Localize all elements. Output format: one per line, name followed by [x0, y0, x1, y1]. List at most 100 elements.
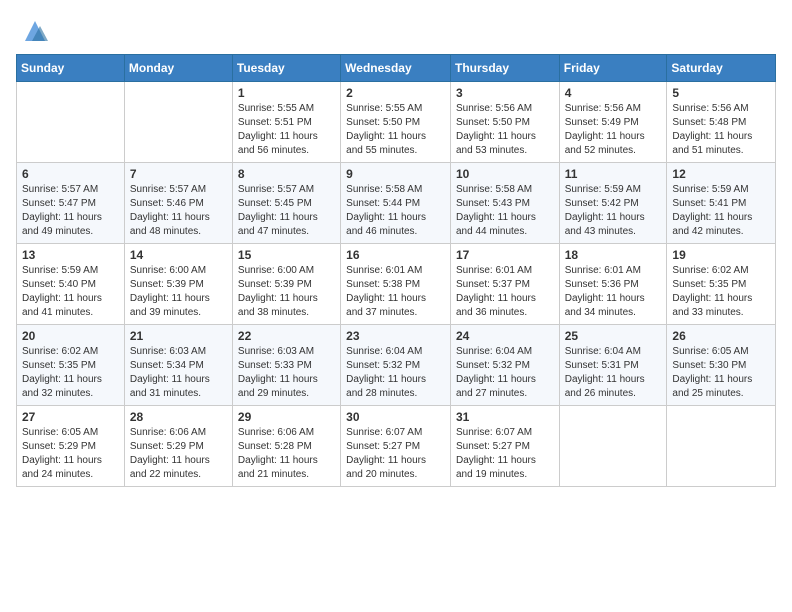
day-number: 26	[672, 329, 770, 343]
day-number: 6	[22, 167, 119, 181]
cell-content: Sunrise: 5:58 AM Sunset: 5:43 PM Dayligh…	[456, 183, 554, 239]
calendar-cell: 3Sunrise: 5:56 AM Sunset: 5:50 PM Daylig…	[450, 82, 559, 163]
calendar-cell: 4Sunrise: 5:56 AM Sunset: 5:49 PM Daylig…	[559, 82, 667, 163]
cell-content: Sunrise: 6:01 AM Sunset: 5:38 PM Dayligh…	[346, 264, 445, 320]
cell-content: Sunrise: 5:55 AM Sunset: 5:51 PM Dayligh…	[238, 102, 335, 158]
calendar-week-row: 27 Sunrise: 6:05 AM Sunset: 5:29 PM Dayli…	[17, 406, 776, 487]
weekday-header: Tuesday	[232, 55, 340, 82]
day-number: 9	[346, 167, 445, 181]
calendar-cell: 1 Sunrise: 5:55 AM Sunset: 5:51 PM Daylig…	[232, 82, 340, 163]
calendar-cell: 23Sunrise: 6:04 AM Sunset: 5:32 PM Dayli…	[341, 325, 451, 406]
day-number: 14	[130, 248, 227, 262]
day-number: 24	[456, 329, 554, 343]
cell-content: Sunrise: 6:01 AM Sunset: 5:37 PM Dayligh…	[456, 264, 554, 320]
day-number: 17	[456, 248, 554, 262]
page-header	[16, 16, 776, 46]
cell-content: Sunrise: 5:59 AM Sunset: 5:41 PM Dayligh…	[672, 183, 770, 239]
calendar-week-row: 6 Sunrise: 5:57 AM Sunset: 5:47 PM Daylig…	[17, 163, 776, 244]
calendar-cell: 18Sunrise: 6:01 AM Sunset: 5:36 PM Dayli…	[559, 244, 667, 325]
day-number: 15	[238, 248, 335, 262]
cell-content: Sunrise: 5:56 AM Sunset: 5:49 PM Dayligh…	[565, 102, 662, 158]
day-number: 25	[565, 329, 662, 343]
day-number: 23	[346, 329, 445, 343]
cell-content: Sunrise: 6:00 AM Sunset: 5:39 PM Dayligh…	[238, 264, 335, 320]
cell-content: Sunrise: 5:58 AM Sunset: 5:44 PM Dayligh…	[346, 183, 445, 239]
calendar-cell: 29Sunrise: 6:06 AM Sunset: 5:28 PM Dayli…	[232, 406, 340, 487]
day-number: 30	[346, 410, 445, 424]
logo-icon	[20, 16, 50, 46]
day-number: 12	[672, 167, 770, 181]
calendar-cell: 16Sunrise: 6:01 AM Sunset: 5:38 PM Dayli…	[341, 244, 451, 325]
calendar-cell: 15 Sunrise: 6:00 AM Sunset: 5:39 PM Dayli…	[232, 244, 340, 325]
calendar-cell: 28Sunrise: 6:06 AM Sunset: 5:29 PM Dayli…	[124, 406, 232, 487]
cell-content: Sunrise: 6:07 AM Sunset: 5:27 PM Dayligh…	[346, 426, 445, 482]
calendar-cell: 31 Sunrise: 6:07 AM Sunset: 5:27 PM Dayli…	[450, 406, 559, 487]
calendar-cell: 25Sunrise: 6:04 AM Sunset: 5:31 PM Dayli…	[559, 325, 667, 406]
cell-content: Sunrise: 6:05 AM Sunset: 5:30 PM Dayligh…	[672, 345, 770, 401]
day-number: 13	[22, 248, 119, 262]
cell-content: Sunrise: 6:00 AM Sunset: 5:39 PM Dayligh…	[130, 264, 227, 320]
cell-content: Sunrise: 5:57 AM Sunset: 5:46 PM Dayligh…	[130, 183, 227, 239]
day-number: 19	[672, 248, 770, 262]
calendar-cell: 30 Sunrise: 6:07 AM Sunset: 5:27 PM Dayli…	[341, 406, 451, 487]
day-number: 8	[238, 167, 335, 181]
day-number: 7	[130, 167, 227, 181]
calendar-cell: 19 Sunrise: 6:02 AM Sunset: 5:35 PM Dayli…	[667, 244, 776, 325]
day-number: 27	[22, 410, 119, 424]
calendar-cell: 2 Sunrise: 5:55 AM Sunset: 5:50 PM Daylig…	[341, 82, 451, 163]
calendar-cell: 22 Sunrise: 6:03 AM Sunset: 5:33 PM Dayli…	[232, 325, 340, 406]
weekday-header: Wednesday	[341, 55, 451, 82]
calendar-cell	[124, 82, 232, 163]
day-number: 3	[456, 86, 554, 100]
cell-content: Sunrise: 5:55 AM Sunset: 5:50 PM Dayligh…	[346, 102, 445, 158]
logo	[16, 16, 50, 46]
cell-content: Sunrise: 6:04 AM Sunset: 5:32 PM Dayligh…	[456, 345, 554, 401]
cell-content: Sunrise: 6:02 AM Sunset: 5:35 PM Dayligh…	[672, 264, 770, 320]
day-number: 18	[565, 248, 662, 262]
calendar-cell: 10Sunrise: 5:58 AM Sunset: 5:43 PM Dayli…	[450, 163, 559, 244]
calendar-cell: 17 Sunrise: 6:01 AM Sunset: 5:37 PM Dayli…	[450, 244, 559, 325]
cell-content: Sunrise: 6:05 AM Sunset: 5:29 PM Dayligh…	[22, 426, 119, 482]
day-number: 21	[130, 329, 227, 343]
cell-content: Sunrise: 5:59 AM Sunset: 5:42 PM Dayligh…	[565, 183, 662, 239]
calendar-header-row: SundayMondayTuesdayWednesdayThursdayFrid…	[17, 55, 776, 82]
cell-content: Sunrise: 5:57 AM Sunset: 5:45 PM Dayligh…	[238, 183, 335, 239]
calendar-cell: 11 Sunrise: 5:59 AM Sunset: 5:42 PM Dayli…	[559, 163, 667, 244]
calendar-table: SundayMondayTuesdayWednesdayThursdayFrid…	[16, 54, 776, 487]
calendar-week-row: 1 Sunrise: 5:55 AM Sunset: 5:51 PM Daylig…	[17, 82, 776, 163]
cell-content: Sunrise: 6:03 AM Sunset: 5:33 PM Dayligh…	[238, 345, 335, 401]
calendar-cell: 9 Sunrise: 5:58 AM Sunset: 5:44 PM Daylig…	[341, 163, 451, 244]
calendar-cell: 24 Sunrise: 6:04 AM Sunset: 5:32 PM Dayli…	[450, 325, 559, 406]
weekday-header: Thursday	[450, 55, 559, 82]
weekday-header: Monday	[124, 55, 232, 82]
calendar-cell: 27 Sunrise: 6:05 AM Sunset: 5:29 PM Dayli…	[17, 406, 125, 487]
day-number: 2	[346, 86, 445, 100]
cell-content: Sunrise: 6:03 AM Sunset: 5:34 PM Dayligh…	[130, 345, 227, 401]
day-number: 22	[238, 329, 335, 343]
day-number: 20	[22, 329, 119, 343]
day-number: 31	[456, 410, 554, 424]
calendar-cell: 26 Sunrise: 6:05 AM Sunset: 5:30 PM Dayli…	[667, 325, 776, 406]
calendar-cell	[559, 406, 667, 487]
calendar-cell: 13 Sunrise: 5:59 AM Sunset: 5:40 PM Dayli…	[17, 244, 125, 325]
calendar-week-row: 20 Sunrise: 6:02 AM Sunset: 5:35 PM Dayli…	[17, 325, 776, 406]
weekday-header: Friday	[559, 55, 667, 82]
calendar-cell: 5Sunrise: 5:56 AM Sunset: 5:48 PM Daylig…	[667, 82, 776, 163]
calendar-cell	[17, 82, 125, 163]
weekday-header: Sunday	[17, 55, 125, 82]
day-number: 5	[672, 86, 770, 100]
cell-content: Sunrise: 5:59 AM Sunset: 5:40 PM Dayligh…	[22, 264, 119, 320]
calendar-cell: 14 Sunrise: 6:00 AM Sunset: 5:39 PM Dayli…	[124, 244, 232, 325]
day-number: 1	[238, 86, 335, 100]
calendar-cell	[667, 406, 776, 487]
calendar-cell: 6 Sunrise: 5:57 AM Sunset: 5:47 PM Daylig…	[17, 163, 125, 244]
calendar-cell: 21 Sunrise: 6:03 AM Sunset: 5:34 PM Dayli…	[124, 325, 232, 406]
cell-content: Sunrise: 6:02 AM Sunset: 5:35 PM Dayligh…	[22, 345, 119, 401]
day-number: 11	[565, 167, 662, 181]
cell-content: Sunrise: 6:07 AM Sunset: 5:27 PM Dayligh…	[456, 426, 554, 482]
cell-content: Sunrise: 5:57 AM Sunset: 5:47 PM Dayligh…	[22, 183, 119, 239]
calendar-cell: 20 Sunrise: 6:02 AM Sunset: 5:35 PM Dayli…	[17, 325, 125, 406]
calendar-cell: 7 Sunrise: 5:57 AM Sunset: 5:46 PM Daylig…	[124, 163, 232, 244]
calendar-week-row: 13 Sunrise: 5:59 AM Sunset: 5:40 PM Dayli…	[17, 244, 776, 325]
calendar-cell: 12 Sunrise: 5:59 AM Sunset: 5:41 PM Dayli…	[667, 163, 776, 244]
